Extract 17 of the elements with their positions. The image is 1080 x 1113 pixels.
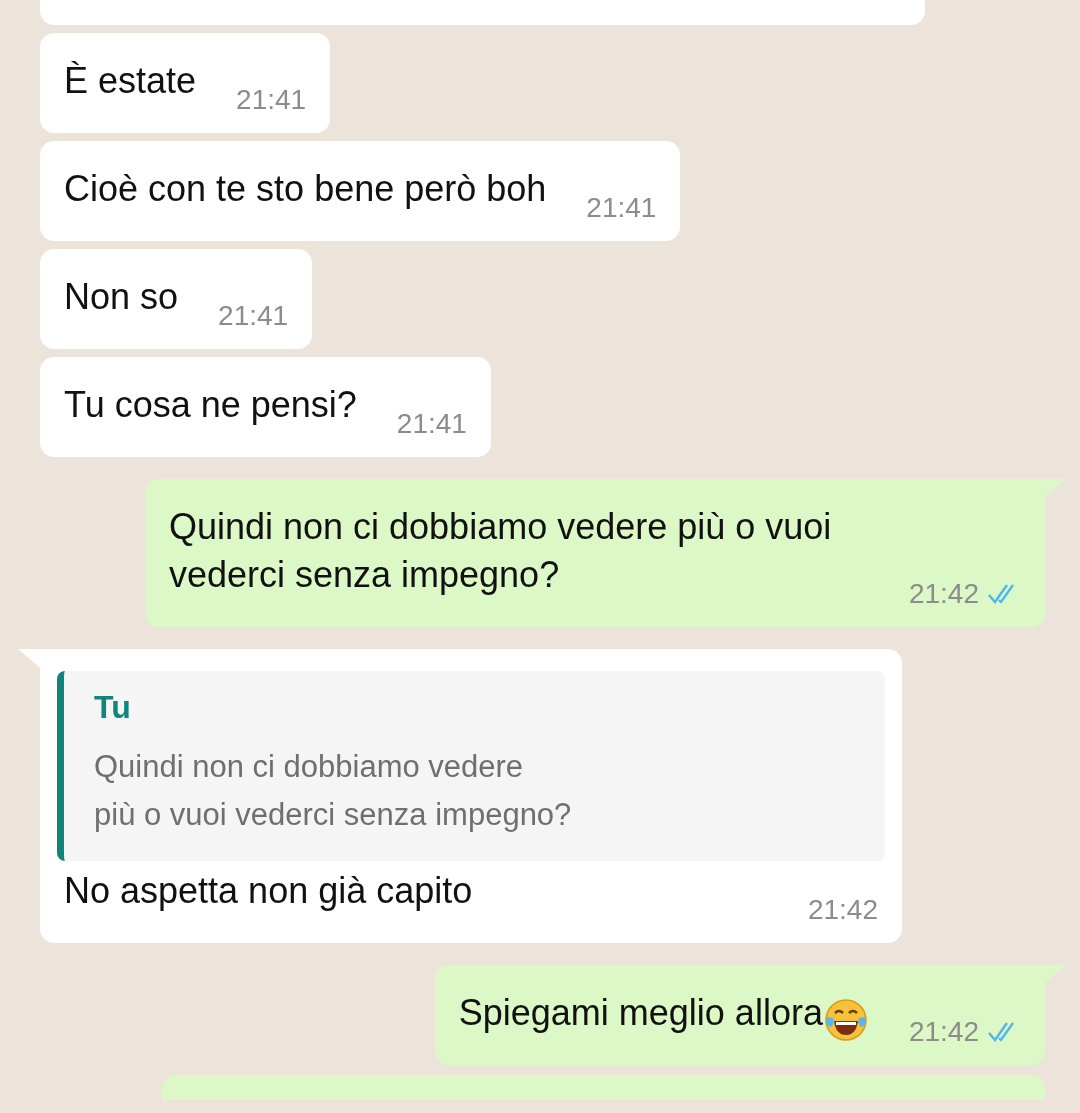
message-text: Tu cosa ne pensi? [64, 383, 357, 427]
message-time: 21:41 [586, 193, 657, 223]
message-text: È estate [64, 59, 197, 103]
message-time: 21:42 [908, 579, 979, 609]
message-text: Spiegami meglio allora [458, 991, 823, 1035]
quote-text: Quindi non ci dobbiamo vedere più o vuoi vederci senza impegno? [94, 748, 573, 834]
message-time: 21:41 [218, 301, 289, 331]
message-text: Quindi non ci dobbiamo vedere più o vuoi vederci senza impegno? [168, 505, 833, 597]
message-text: No aspetta non già capito [64, 869, 473, 913]
message-text: Cioè con te sto bene però boh [64, 167, 547, 211]
message-time: 21:41 [396, 409, 467, 439]
message-time: 21:42 [908, 1017, 979, 1047]
quote-author: Tu [94, 689, 132, 725]
message-time: 21:41 [236, 85, 307, 115]
message-time: 21:42 [807, 895, 878, 925]
quoted-message[interactable]: Tu Quindi non ci dobbiamo vedere più o vuoi vederci senza impegno? [57, 671, 885, 861]
message-text: Non so [64, 275, 179, 319]
